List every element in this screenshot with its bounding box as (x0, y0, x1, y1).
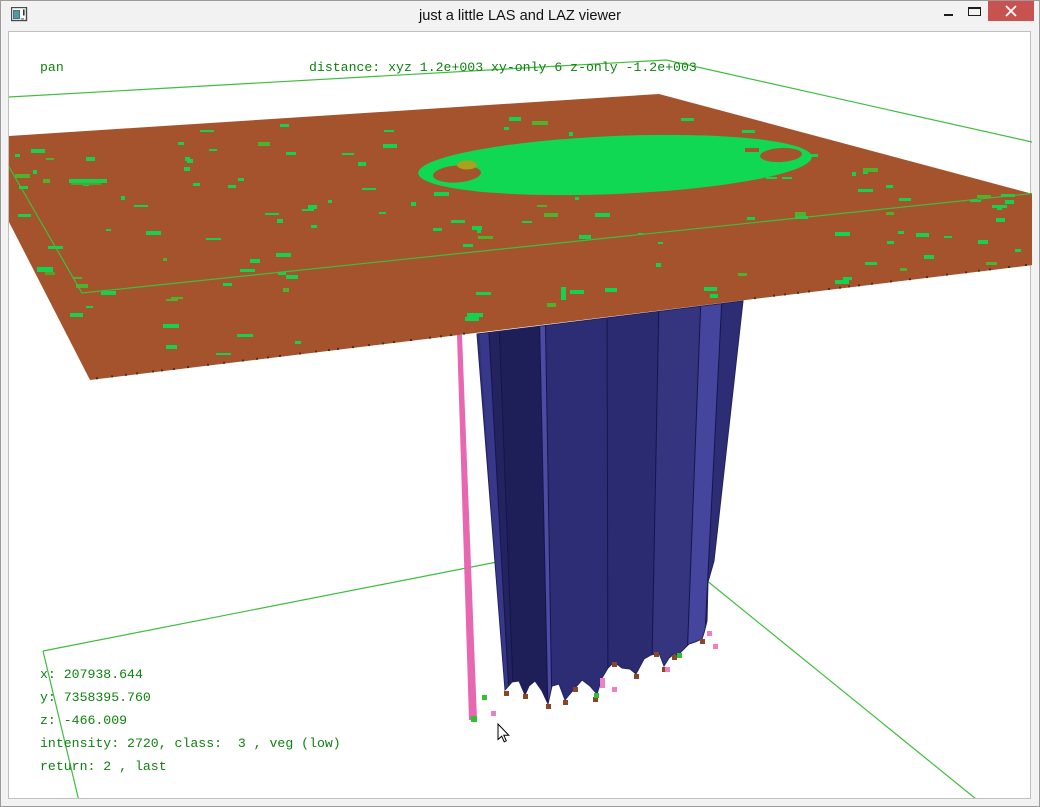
svg-text:distance: xyz 1.2e+003 xy-only: distance: xyz 1.2e+003 xy-only 6 z-only … (309, 60, 697, 75)
svg-text:pan: pan (40, 60, 64, 75)
svg-text:return: 2 , last: return: 2 , last (40, 759, 167, 774)
svg-text:intensity: 2720, class: 3 , v: intensity: 2720, class: 3 , veg (low) (40, 736, 341, 751)
svg-text:y: 7358395.760: y: 7358395.760 (40, 690, 151, 705)
svg-text:x: 207938.644: x: 207938.644 (40, 667, 143, 682)
svg-text:z: -466.009: z: -466.009 (40, 713, 127, 728)
